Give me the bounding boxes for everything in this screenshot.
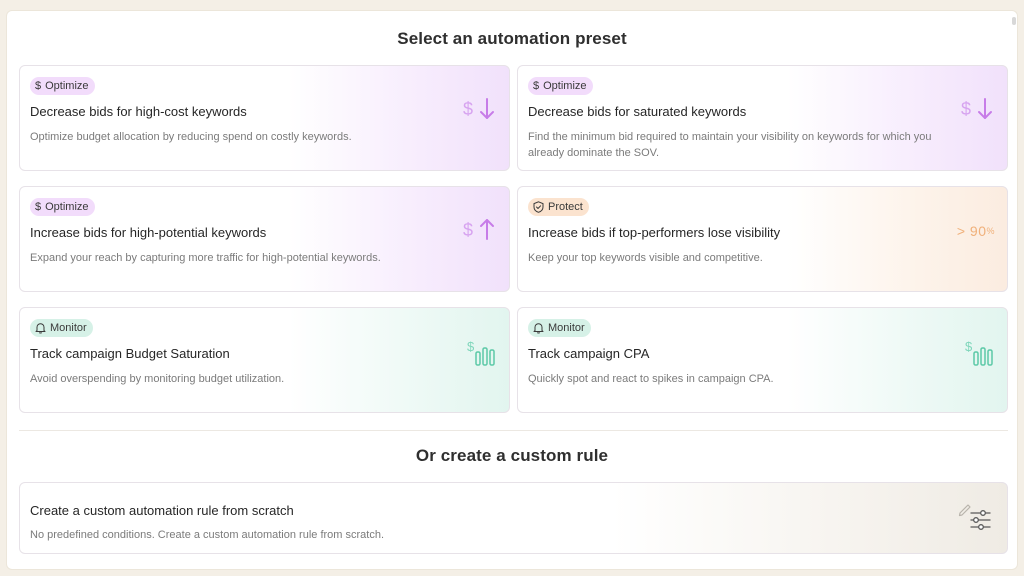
svg-text:$: $ bbox=[463, 99, 473, 119]
protect-badge: Protect bbox=[528, 198, 589, 216]
preset-card-decrease-saturated[interactable]: $ Optimize Decrease bids for saturated k… bbox=[517, 65, 1008, 171]
threshold-unit: % bbox=[986, 226, 995, 236]
card-title: Decrease bids for saturated keywords bbox=[528, 104, 747, 119]
custom-section-title: Or create a custom rule bbox=[415, 446, 609, 465]
dollar-bars-icon: $ bbox=[965, 338, 995, 368]
section-divider bbox=[19, 430, 1008, 431]
dollar-bars-icon: $ bbox=[467, 338, 497, 368]
monitor-badge: Monitor bbox=[528, 319, 591, 337]
pencil-icon bbox=[958, 504, 971, 517]
svg-text:$: $ bbox=[467, 339, 475, 354]
dollar-down-icon: $ bbox=[961, 96, 995, 122]
card-description: Quickly spot and react to spikes in camp… bbox=[528, 373, 774, 385]
badge-label: Monitor bbox=[548, 322, 585, 334]
preset-card-increase-high-potential[interactable]: $ Optimize Increase bids for high-potent… bbox=[19, 186, 510, 292]
badge-label: Monitor bbox=[50, 322, 87, 334]
dollar-up-icon: $ bbox=[463, 217, 497, 243]
percent-threshold-icon: > 90% bbox=[957, 223, 995, 239]
svg-text:$: $ bbox=[965, 339, 973, 354]
bell-icon bbox=[533, 322, 544, 334]
preset-card-protect-top-performers[interactable]: Protect Increase bids if top-performers … bbox=[517, 186, 1008, 292]
card-title: Increase bids if top-performers lose vis… bbox=[528, 225, 781, 240]
card-description: Expand your reach by capturing more traf… bbox=[30, 252, 381, 264]
card-description: No predefined conditions. Create a custo… bbox=[30, 529, 385, 541]
badge-label: Optimize bbox=[45, 201, 89, 213]
dollar-icon: $ bbox=[35, 79, 42, 92]
svg-text:$: $ bbox=[961, 99, 971, 119]
monitor-badge: Monitor bbox=[30, 319, 93, 337]
pencil-sliders-icon bbox=[957, 501, 993, 533]
sliders-icon bbox=[970, 510, 991, 530]
card-description: Avoid overspending by monitoring budget … bbox=[30, 373, 285, 385]
optimize-badge: $ Optimize bbox=[528, 77, 593, 95]
bell-icon bbox=[35, 322, 46, 334]
presets-section-title: Select an automation preset bbox=[397, 29, 627, 48]
custom-rule-card[interactable]: Create a custom automation rule from scr… bbox=[19, 482, 1008, 554]
optimize-badge: $ Optimize bbox=[30, 198, 95, 216]
threshold-value: > 90 bbox=[956, 223, 987, 239]
badge-label: Optimize bbox=[45, 80, 89, 92]
card-description: Find the minimum bid required to maintai… bbox=[528, 131, 932, 159]
dollar-down-icon: $ bbox=[463, 96, 497, 122]
dollar-icon: $ bbox=[35, 200, 42, 213]
badge-label: Protect bbox=[548, 201, 583, 213]
card-title: Decrease bids for high-cost keywords bbox=[30, 104, 247, 119]
preset-card-decrease-high-cost[interactable]: $ Optimize Decrease bids for high-cost k… bbox=[19, 65, 510, 171]
badge-label: Optimize bbox=[543, 80, 587, 92]
card-title: Create a custom automation rule from scr… bbox=[30, 503, 294, 518]
card-title: Increase bids for high-potential keyword… bbox=[30, 225, 267, 240]
dollar-icon: $ bbox=[533, 79, 540, 92]
card-title: Track campaign Budget Saturation bbox=[30, 346, 230, 361]
card-description: Keep your top keywords visible and compe… bbox=[528, 252, 763, 264]
automation-preset-panel: Select an automation preset $ Optimize D… bbox=[6, 10, 1018, 570]
card-title: Track campaign CPA bbox=[528, 346, 650, 361]
shield-check-icon bbox=[533, 201, 544, 213]
preset-card-track-cpa[interactable]: Monitor Track campaign CPA Quickly spot … bbox=[517, 307, 1008, 413]
card-description: Optimize budget allocation by reducing s… bbox=[30, 131, 352, 143]
svg-text:$: $ bbox=[463, 220, 473, 240]
optimize-badge: $ Optimize bbox=[30, 77, 95, 95]
scrollbar-handle[interactable] bbox=[1012, 17, 1016, 25]
preset-card-track-budget-saturation[interactable]: Monitor Track campaign Budget Saturation… bbox=[19, 307, 510, 413]
